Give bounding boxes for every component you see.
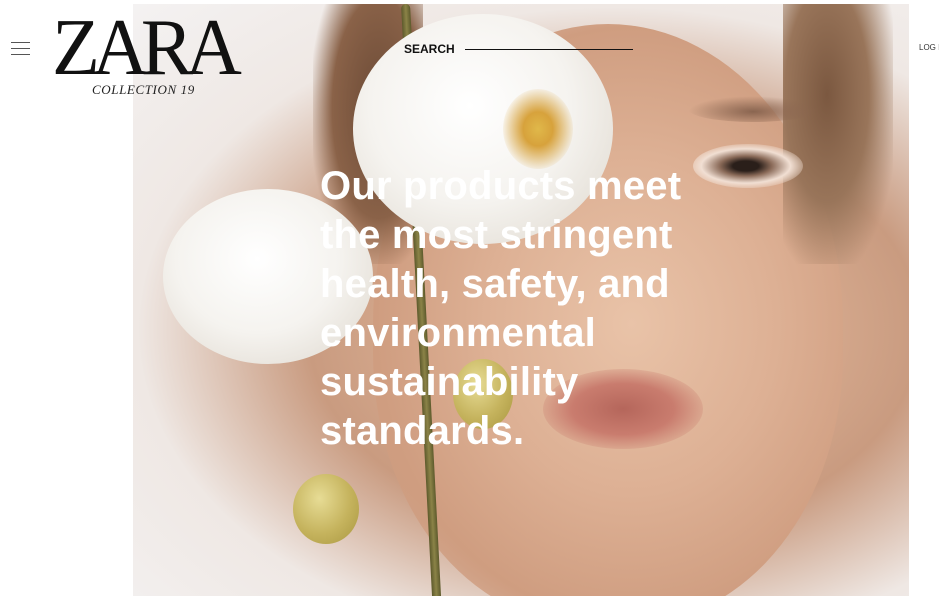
hero-headline: Our products meet the most stringent hea… bbox=[320, 164, 682, 453]
search-underline bbox=[464, 48, 633, 50]
hero-hair-right bbox=[783, 4, 893, 264]
brand-logo[interactable]: ZARA COLLECTION 19 bbox=[52, 8, 242, 99]
hamburger-menu-icon[interactable] bbox=[11, 42, 31, 55]
hero-eyebrow bbox=[688, 96, 818, 122]
logo-wordmark: ZARA bbox=[52, 4, 242, 92]
login-link[interactable]: LOG I bbox=[919, 43, 939, 52]
search-field[interactable]: SEARCH bbox=[404, 41, 633, 57]
orchid-bud bbox=[293, 474, 359, 544]
search-label: SEARCH bbox=[404, 42, 455, 56]
orchid-center bbox=[503, 89, 573, 169]
logo-subtitle: COLLECTION 19 bbox=[92, 82, 195, 97]
